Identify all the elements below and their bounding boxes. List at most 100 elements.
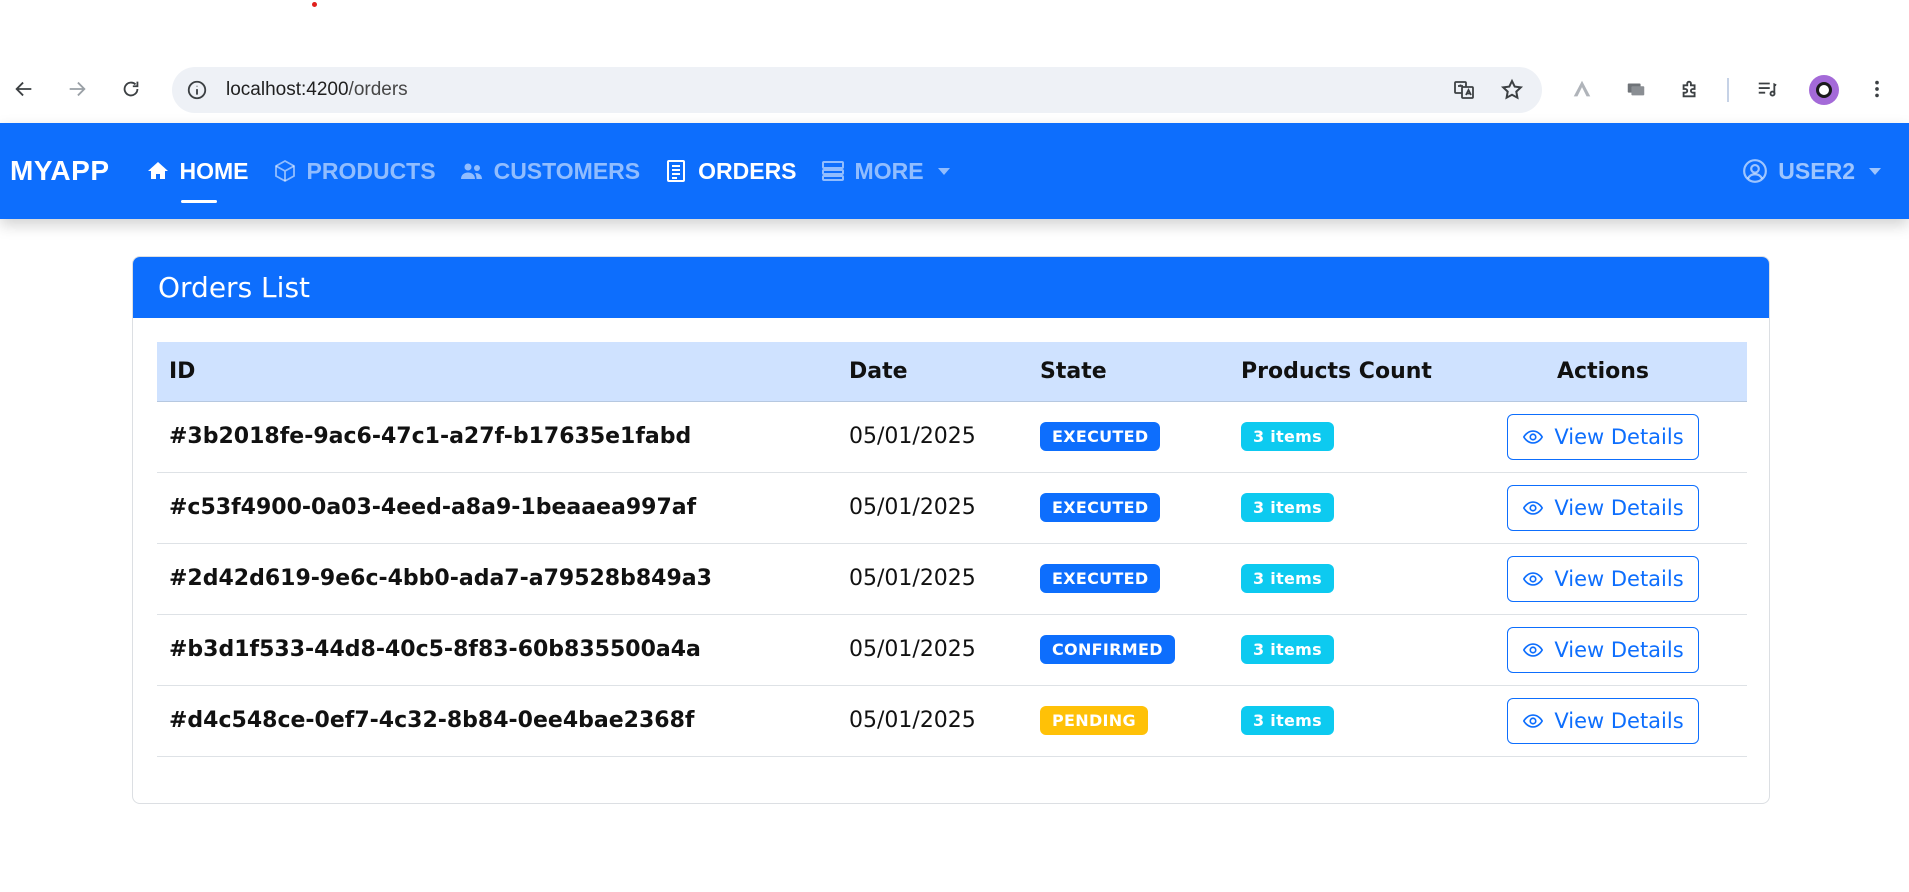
user-menu-dropdown[interactable]: USER2 — [1742, 123, 1881, 219]
browser-toolbar: localhost:4200/orders — [0, 58, 1909, 122]
view-details-button[interactable]: View Details — [1507, 555, 1699, 602]
actions-cell: View Details — [1459, 472, 1747, 544]
actions-cell: View Details — [1459, 685, 1747, 757]
items-badge: 3 items — [1241, 564, 1334, 593]
forward-button[interactable] — [60, 72, 94, 106]
address-bar[interactable]: localhost:4200/orders — [172, 67, 1542, 113]
nav-orders-label: ORDERS — [698, 157, 797, 184]
order-state-cell: EXECUTED — [1028, 543, 1229, 615]
profile-avatar[interactable] — [1809, 75, 1839, 105]
orders-table-wrapper: ID Date State Products Count Actions #3b… — [157, 342, 1747, 757]
users-icon — [460, 163, 482, 179]
view-details-button[interactable]: View Details — [1507, 413, 1699, 460]
view-details-button[interactable]: View Details — [1507, 697, 1699, 744]
active-indicator — [180, 200, 217, 203]
order-id: #2d42d619-9e6c-4bb0-ada7-a79528b849a3 — [157, 543, 837, 615]
order-id: #b3d1f533-44d8-40c5-8f83-60b835500a4a — [157, 614, 837, 686]
box-icon — [274, 159, 295, 183]
order-date: 05/01/2025 — [837, 472, 1028, 544]
eye-icon — [1523, 429, 1544, 444]
column-header-state: State — [1028, 342, 1229, 402]
nav-links: HOME PRODUCTS CUSTOMERS ORDERS MORE — [146, 123, 974, 219]
receipt-icon — [667, 160, 686, 182]
arrow-right-icon — [69, 81, 86, 97]
items-badge: 3 items — [1241, 706, 1334, 735]
chevron-down-icon — [1869, 167, 1881, 175]
view-details-label: View Details — [1554, 637, 1684, 662]
reload-button[interactable] — [114, 72, 148, 106]
orders-card: Orders List ID Date State Products Count… — [132, 256, 1770, 804]
nav-orders[interactable]: ORDERS — [664, 123, 797, 219]
view-details-label: View Details — [1554, 566, 1684, 591]
table-row: #3b2018fe-9ac6-47c1-a27f-b17635e1fabd 05… — [157, 401, 1747, 473]
nav-home[interactable]: HOME — [146, 123, 249, 219]
user-circle-icon — [1743, 159, 1768, 183]
order-state-cell: EXECUTED — [1028, 472, 1229, 544]
order-id: #3b2018fe-9ac6-47c1-a27f-b17635e1fabd — [157, 401, 837, 473]
table-row: #b3d1f533-44d8-40c5-8f83-60b835500a4a 05… — [157, 614, 1747, 686]
site-info-icon[interactable] — [182, 75, 212, 105]
eye-icon — [1523, 642, 1544, 657]
view-details-label: View Details — [1554, 424, 1684, 449]
table-row: #d4c548ce-0ef7-4c32-8b84-0ee4bae2368f 05… — [157, 685, 1747, 757]
items-badge: 3 items — [1241, 493, 1334, 522]
status-badge: EXECUTED — [1040, 493, 1161, 522]
brand-logo[interactable]: MYAPP — [10, 155, 110, 187]
extension-cast-icon[interactable] — [1619, 72, 1653, 106]
items-badge: 3 items — [1241, 635, 1334, 664]
url-text[interactable]: localhost:4200/orders — [226, 79, 408, 101]
extensions-puzzle-icon[interactable] — [1673, 72, 1707, 106]
reload-icon — [123, 81, 139, 97]
order-date: 05/01/2025 — [837, 543, 1028, 615]
translate-icon[interactable] — [1448, 74, 1480, 106]
order-id: #d4c548ce-0ef7-4c32-8b84-0ee4bae2368f — [157, 685, 837, 757]
url-path: /orders — [348, 79, 408, 100]
status-badge: EXECUTED — [1040, 422, 1161, 451]
chevron-down-icon — [937, 167, 950, 175]
avatar-face-icon — [1816, 82, 1832, 98]
actions-cell: View Details — [1459, 543, 1747, 615]
eye-icon — [1523, 500, 1544, 515]
browser-menu-button[interactable] — [1860, 72, 1894, 106]
order-state-cell: PENDING — [1028, 685, 1229, 757]
status-badge: EXECUTED — [1040, 564, 1161, 593]
media-control-icon[interactable] — [1750, 72, 1784, 106]
nav-more-dropdown[interactable]: MORE — [821, 123, 950, 219]
column-header-actions: Actions — [1459, 342, 1747, 402]
view-details-label: View Details — [1554, 495, 1684, 520]
view-details-label: View Details — [1554, 708, 1684, 733]
status-badge: PENDING — [1040, 706, 1148, 735]
extension-angular-icon[interactable] — [1565, 72, 1599, 106]
products-count-cell: 3 items — [1229, 614, 1459, 686]
products-count-cell: 3 items — [1229, 543, 1459, 615]
items-badge: 3 items — [1241, 422, 1334, 451]
table-row: #c53f4900-0a03-4eed-a8a9-1beaaea997af 05… — [157, 472, 1747, 544]
nav-products-label: PRODUCTS — [306, 157, 436, 184]
actions-cell: View Details — [1459, 401, 1747, 473]
nav-home-label: HOME — [179, 157, 249, 184]
view-details-button[interactable]: View Details — [1507, 484, 1699, 531]
column-header-products-count: Products Count — [1229, 342, 1459, 402]
order-id: #c53f4900-0a03-4eed-a8a9-1beaaea997af — [157, 472, 837, 544]
column-header-date: Date — [837, 342, 1028, 402]
eye-icon — [1523, 713, 1544, 728]
order-date: 05/01/2025 — [837, 685, 1028, 757]
order-state-cell: CONFIRMED — [1028, 614, 1229, 686]
eye-icon — [1523, 571, 1544, 586]
products-count-cell: 3 items — [1229, 472, 1459, 544]
browser-tab-strip — [0, 0, 1909, 58]
nav-products[interactable]: PRODUCTS — [273, 123, 436, 219]
back-button[interactable] — [7, 72, 41, 106]
arrow-left-icon — [15, 81, 32, 97]
orders-table: ID Date State Products Count Actions #3b… — [157, 342, 1747, 757]
recording-indicator — [312, 2, 317, 7]
status-badge: CONFIRMED — [1040, 635, 1175, 664]
nav-customers[interactable]: CUSTOMERS — [460, 123, 641, 219]
nav-customers-label: CUSTOMERS — [493, 157, 641, 184]
view-details-button[interactable]: View Details — [1507, 626, 1699, 673]
nav-more-label: MORE — [854, 157, 924, 184]
bookmark-star-icon[interactable] — [1496, 74, 1528, 106]
stack-icon — [821, 161, 844, 181]
order-date: 05/01/2025 — [837, 401, 1028, 473]
url-host: localhost:4200 — [226, 79, 349, 100]
